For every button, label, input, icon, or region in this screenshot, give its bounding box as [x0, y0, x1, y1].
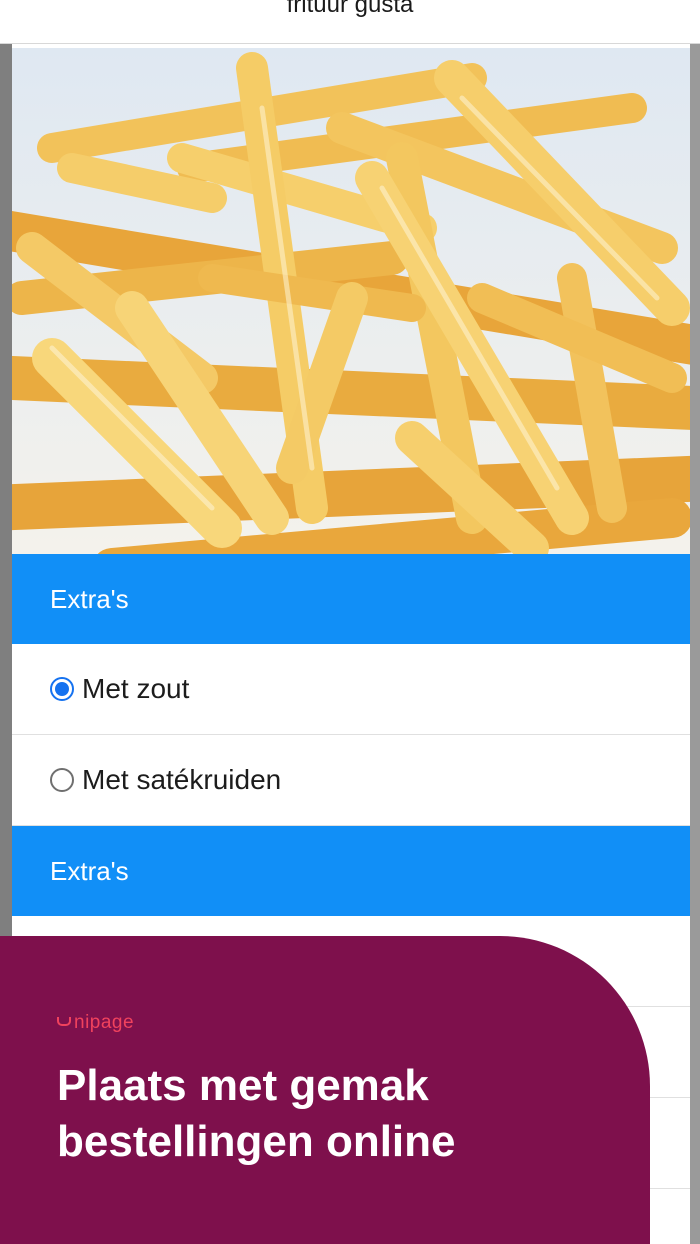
option-label: Met satékruiden: [82, 764, 282, 795]
brand-u-icon: [57, 1017, 71, 1026]
top-bar: frituur gusta: [0, 0, 700, 44]
promo-banner: nipage Plaats met gemak bestellingen onl…: [0, 936, 650, 1244]
brand-logo: nipage: [57, 1012, 134, 1034]
option-met-satekruiden[interactable]: Met satékruiden: [12, 735, 690, 826]
product-photo: [12, 48, 690, 554]
section-header-extras-2: Extra's: [12, 826, 690, 916]
option-met-zout[interactable]: Met zout: [12, 644, 690, 735]
option-label: Met zout: [82, 673, 190, 704]
promo-headline: Plaats met gemak bestellingen online: [57, 1061, 456, 1166]
restaurant-title: frituur gusta: [286, 0, 414, 18]
radio-checked-icon[interactable]: [50, 677, 74, 701]
section-header-extras: Extra's: [12, 554, 690, 644]
brand-name: nipage: [74, 1012, 135, 1033]
radio-unchecked-icon[interactable]: [50, 768, 74, 792]
